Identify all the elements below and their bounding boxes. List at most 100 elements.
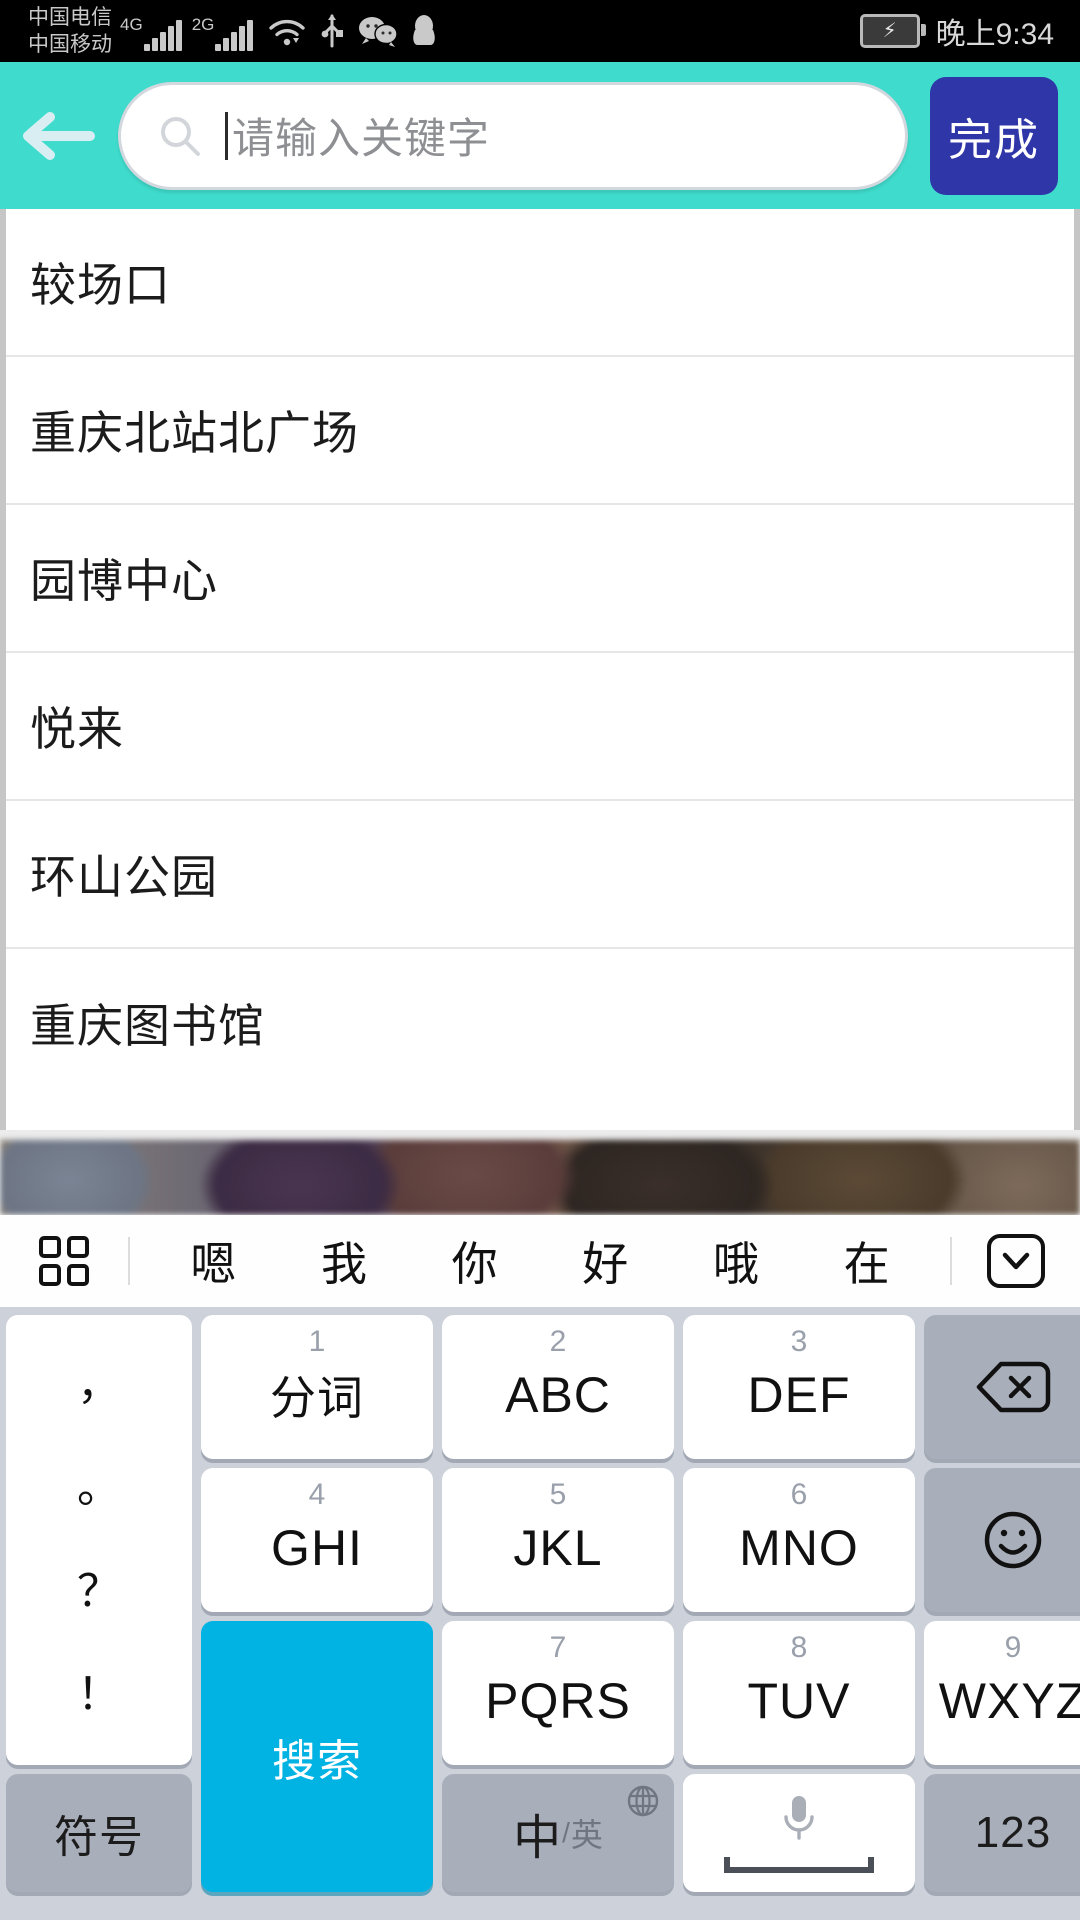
- key-label: GHI: [271, 1520, 363, 1576]
- ime-candidate-bar: 嗯 我 你 好 哦 在: [0, 1215, 1080, 1307]
- search-input-container[interactable]: 请输入关键字: [118, 81, 908, 190]
- key-label: MNO: [739, 1520, 859, 1576]
- globe-icon: [627, 1785, 659, 1817]
- candidate-word[interactable]: 你: [452, 1228, 498, 1294]
- emoji-smiley-icon: [984, 1511, 1042, 1569]
- key-number: 7: [549, 1631, 567, 1664]
- hide-keyboard-button[interactable]: [952, 1232, 1080, 1290]
- list-item[interactable]: 环山公园: [6, 801, 1074, 949]
- suggestion-list: 较场口 重庆北站北广场 园博中心 悦来 环山公园 重庆图书馆: [0, 209, 1080, 1140]
- lang-separator: /: [562, 1817, 570, 1848]
- status-bar-right: ⚡ 晚上9:34: [859, 9, 1080, 53]
- candidate-word[interactable]: 嗯: [190, 1228, 236, 1294]
- key-label: JKL: [513, 1520, 603, 1576]
- done-button[interactable]: 完成: [930, 76, 1058, 195]
- key-6[interactable]: 6 MNO: [683, 1468, 915, 1612]
- status-bar: 中国电信 中国移动 4G 2G ⚡ 晚上9:34: [0, 0, 1080, 62]
- punctuation-key[interactable]: ， 。 ？ ！: [6, 1315, 192, 1765]
- list-item-label: 环山公园: [30, 851, 218, 903]
- list-item-label: 重庆北站北广场: [30, 407, 359, 459]
- lang-en-label: 英: [570, 1817, 603, 1853]
- space-key[interactable]: [683, 1774, 915, 1892]
- key-7[interactable]: 7 PQRS: [442, 1621, 674, 1765]
- emoji-key[interactable]: [924, 1468, 1080, 1612]
- candidate-word[interactable]: 我: [321, 1228, 367, 1294]
- symbols-key[interactable]: 符号: [6, 1774, 192, 1892]
- carrier-primary: 中国电信: [28, 6, 112, 29]
- list-item-label: 悦来: [30, 703, 124, 755]
- punct-exclaim: ！: [77, 1670, 121, 1720]
- carrier-names: 中国电信 中国移动: [28, 2, 112, 60]
- signal-bars-icon-2: [215, 20, 255, 51]
- candidate-word[interactable]: 哦: [713, 1228, 759, 1294]
- punct-question: ？: [77, 1566, 121, 1616]
- lang-cn-label: 中: [513, 1812, 562, 1865]
- key-4[interactable]: 4 GHI: [201, 1468, 433, 1612]
- list-item-label: 园博中心: [30, 555, 218, 607]
- key-number: 6: [790, 1478, 808, 1511]
- key-number: 4: [308, 1478, 326, 1511]
- key-number: 2: [549, 1325, 567, 1358]
- wifi-icon: [267, 9, 307, 53]
- candidate-word[interactable]: 在: [844, 1228, 890, 1294]
- backspace-key[interactable]: [924, 1315, 1080, 1459]
- key-number: 8: [790, 1631, 808, 1664]
- backspace-icon: [976, 1361, 1051, 1413]
- candidate-word[interactable]: 好: [582, 1228, 628, 1294]
- ime-candidate-words: 嗯 我 你 好 哦 在: [130, 1228, 950, 1294]
- numeric-key[interactable]: 123: [924, 1774, 1080, 1892]
- key-number: 3: [790, 1325, 808, 1358]
- punct-comma: ，: [77, 1359, 121, 1409]
- key-number: 9: [1004, 1631, 1022, 1664]
- signal-primary: 4G: [120, 9, 184, 53]
- ime-panel-button[interactable]: [0, 1233, 128, 1289]
- list-item[interactable]: 重庆图书馆: [6, 949, 1074, 1097]
- status-bar-left: 中国电信 中国移动 4G 2G: [0, 0, 437, 62]
- wallpaper-strip: [0, 1140, 1080, 1215]
- text-cursor: [225, 111, 228, 160]
- key-label: TUV: [747, 1673, 851, 1729]
- key-number: 1: [308, 1325, 326, 1358]
- signal-bars-icon: [143, 20, 184, 51]
- list-item[interactable]: 悦来: [6, 653, 1074, 801]
- key-9[interactable]: 9 WXYZ: [924, 1621, 1080, 1765]
- chevron-down-boxed-icon: [987, 1234, 1045, 1288]
- list-item[interactable]: 较场口: [6, 209, 1074, 357]
- network-type-primary: 4G: [120, 15, 143, 34]
- signal-secondary: 2G: [192, 9, 256, 53]
- key-8[interactable]: 8 TUV: [683, 1621, 915, 1765]
- usb-icon: [319, 9, 345, 53]
- key-5[interactable]: 5 JKL: [442, 1468, 674, 1612]
- key-label: WXYZ: [938, 1673, 1080, 1729]
- phone-screen: 中国电信 中国移动 4G 2G ⚡ 晚上9:34 请输入关键字 完成 较场口 重…: [0, 0, 1080, 1920]
- list-item[interactable]: 重庆北站北广场: [6, 357, 1074, 505]
- list-item[interactable]: 园博中心: [6, 505, 1074, 653]
- list-item-label: 较场口: [30, 259, 171, 311]
- wechat-icon: [357, 9, 399, 53]
- key-1[interactable]: 1 分词: [201, 1315, 433, 1459]
- list-item-label: 重庆图书馆: [30, 1000, 265, 1052]
- key-number: 5: [549, 1478, 567, 1511]
- ime-keyboard: ， 。 ？ ！ 1 分词 2 ABC 3 DEF 4 GHI 5 JKL 6 M…: [0, 1307, 1080, 1920]
- search-key[interactable]: 搜索: [201, 1621, 433, 1892]
- back-button[interactable]: [0, 62, 118, 209]
- microphone-icon: [784, 1796, 814, 1840]
- key-label: DEF: [747, 1367, 851, 1423]
- language-toggle-key[interactable]: 中 / 英: [442, 1774, 674, 1892]
- back-arrow-icon: [23, 111, 95, 160]
- network-type-secondary: 2G: [191, 15, 215, 34]
- search-key-label: 搜索: [272, 1736, 362, 1786]
- qq-icon: [411, 9, 437, 53]
- key-label: PQRS: [485, 1673, 631, 1729]
- key-3[interactable]: 3 DEF: [683, 1315, 915, 1459]
- grid-icon: [39, 1236, 89, 1286]
- symbols-key-label: 符号: [54, 1813, 144, 1862]
- numeric-key-label: 123: [974, 1808, 1052, 1857]
- key-label: 分词: [270, 1372, 364, 1424]
- search-icon: [161, 116, 200, 156]
- status-bar-clock: 晚上9:34: [935, 18, 1054, 51]
- search-input[interactable]: 请输入关键字: [232, 105, 490, 166]
- punct-period: 。: [77, 1463, 121, 1513]
- key-2[interactable]: 2 ABC: [442, 1315, 674, 1459]
- battery-charging-icon: ⚡: [859, 14, 926, 48]
